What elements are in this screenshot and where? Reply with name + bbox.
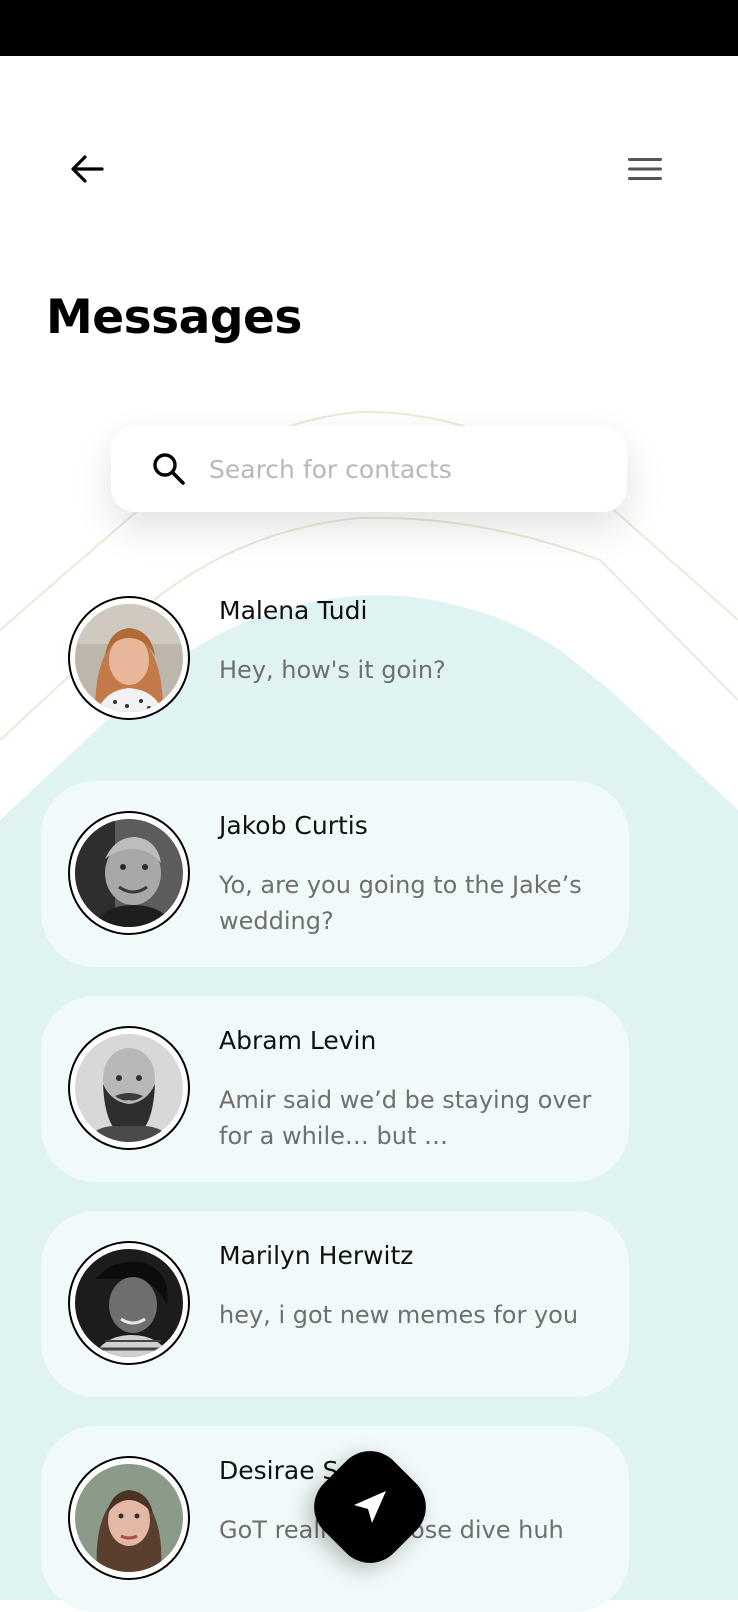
avatar <box>75 1249 183 1357</box>
avatar-ring <box>68 1241 190 1365</box>
avatar <box>75 819 183 927</box>
send-button[interactable] <box>300 1437 440 1577</box>
arrow-left-icon <box>70 154 104 188</box>
avatar-ring <box>68 596 190 720</box>
message-preview: Yo, are you going to the Jake’s wedding? <box>219 871 582 935</box>
message-preview: hey, i got new memes for you <box>219 1301 579 1329</box>
message-preview: Amir said we’d be staying over for a whi… <box>219 1086 592 1150</box>
conversation-item-marilyn-herwitz[interactable]: Marilyn Herwitz hey, i got new memes for… <box>41 1211 629 1397</box>
contact-name: Abram Levin <box>219 1026 377 1055</box>
menu-button[interactable] <box>620 146 670 196</box>
contact-name: Jakob Curtis <box>219 811 368 840</box>
back-button[interactable] <box>62 146 112 196</box>
search-input[interactable] <box>207 453 611 485</box>
conversation-item-jakob-curtis[interactable]: Jakob Curtis Yo, are you going to the Ja… <box>41 781 629 967</box>
message-preview: Hey, how's it goin? <box>219 656 446 684</box>
send-icon <box>314 1451 426 1563</box>
hamburger-menu-icon <box>628 157 662 185</box>
contact-name: Marilyn Herwitz <box>219 1241 414 1270</box>
search-bar[interactable] <box>111 426 627 512</box>
page-title: Messages <box>46 290 302 345</box>
avatar <box>75 1034 183 1142</box>
avatar <box>75 604 183 712</box>
avatar <box>75 1464 183 1572</box>
contact-name: Malena Tudi <box>219 596 368 625</box>
avatar-ring <box>68 1026 190 1150</box>
avatar-ring <box>68 811 190 935</box>
avatar-ring <box>68 1456 190 1580</box>
search-icon <box>151 451 187 487</box>
conversation-item-abram-levin[interactable]: Abram Levin Amir said we’d be staying ov… <box>41 996 629 1182</box>
conversation-item-malena-tudi[interactable]: Malena Tudi Hey, how's it goin? <box>41 566 629 752</box>
